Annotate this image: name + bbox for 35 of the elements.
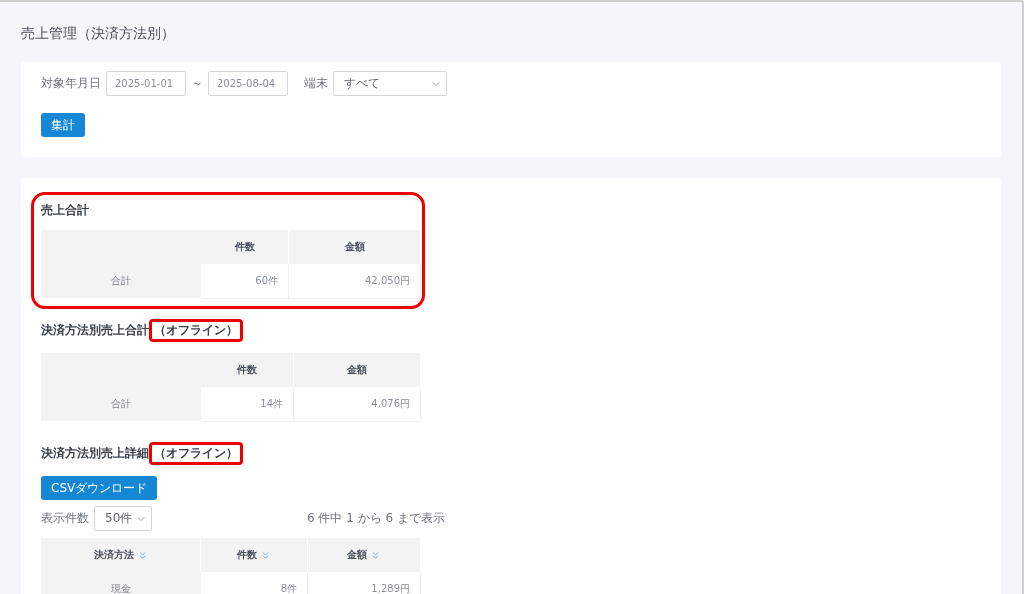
table-cell: 60件 — [201, 264, 289, 299]
page-title: 売上管理（決済方法別） — [21, 25, 176, 43]
csv-download-button[interactable]: CSVダウンロード — [41, 476, 158, 500]
terminal-select[interactable]: すべて — [333, 71, 447, 96]
highlighted-label: （オフライン） — [149, 442, 243, 465]
column-header: 件数 — [201, 353, 294, 387]
column-header: 件数 — [201, 230, 289, 264]
row-label: 合計 — [41, 387, 201, 421]
range-separator: ～ — [191, 75, 203, 92]
column-header[interactable]: 件数 — [201, 538, 308, 572]
page-size-select[interactable]: 50件 — [94, 506, 152, 531]
table-cell: 14件 — [201, 387, 294, 422]
column-header: 金額 — [289, 230, 421, 264]
sort-icon[interactable] — [260, 549, 271, 561]
date-to-field[interactable]: 2025-08-04 — [208, 71, 288, 96]
date-from-field[interactable]: 2025-01-01 — [106, 71, 186, 96]
section-title: 決済方法別売上合計 — [41, 322, 149, 339]
entries-info: 6 件中 1 から 6 まで表示 — [307, 510, 445, 527]
row-label: 合計 — [41, 264, 201, 298]
table-cell: 1,289円 — [308, 572, 421, 594]
sort-icon[interactable] — [370, 549, 381, 561]
column-header[interactable]: 決済方法 — [41, 538, 201, 572]
terminal-label: 端末 — [304, 75, 328, 92]
table-cell: 8件 — [201, 572, 308, 594]
date-label: 対象年月日 — [41, 75, 101, 92]
page-size-label: 表示件数 — [41, 510, 89, 527]
column-header[interactable]: 金額 — [308, 538, 421, 572]
column-header: 金額 — [294, 353, 421, 387]
table-cell: 42,050円 — [289, 264, 421, 299]
aggregate-button[interactable]: 集計 — [41, 113, 85, 137]
section-title: 決済方法別売上詳細 — [41, 445, 149, 462]
highlighted-label: （オフライン） — [149, 319, 243, 342]
table-cell: 4,076円 — [294, 387, 421, 422]
row-label: 現金 — [41, 572, 201, 594]
section-title: 売上合計 — [41, 202, 89, 219]
